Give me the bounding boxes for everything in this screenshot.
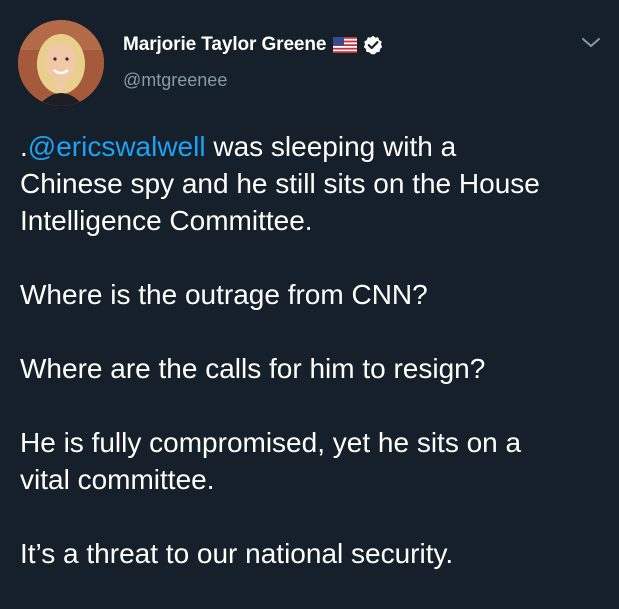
tweet-text-line: Intelligence Committee. <box>20 205 313 236</box>
tweet-card: Marjorie Taylor Greene @mtgreenee .@eric… <box>0 0 619 594</box>
tweet-text-line: Chinese spy and he still sits on the Hou… <box>20 168 540 199</box>
tweet-paragraph-4: He is fully compromised, yet he sits on … <box>20 424 600 498</box>
tweet-text: .@ericswalwell was sleeping with a Chine… <box>20 128 600 609</box>
tweet-text-line: was sleeping with a <box>205 131 457 162</box>
tweet-text-line: Where are the calls for him to resign? <box>20 353 486 384</box>
tweet-paragraph-2: Where is the outrage from CNN? <box>20 276 600 313</box>
tweet-text-line: He is fully compromised, yet he sits on … <box>20 427 522 458</box>
author-display-name[interactable]: Marjorie Taylor Greene <box>123 34 326 56</box>
tweet-text-line: It’s a threat to our national security. <box>20 538 454 569</box>
tweet-text-prefix: . <box>20 131 28 162</box>
verified-badge-icon <box>363 35 383 55</box>
author-handle[interactable]: @mtgreenee <box>123 70 227 91</box>
tweet-text-line: vital committee. <box>20 464 215 495</box>
author-name-row: Marjorie Taylor Greene <box>123 32 383 58</box>
tweet-paragraph-5: It’s a threat to our national security. <box>20 535 600 572</box>
mention-link[interactable]: @ericswalwell <box>28 131 206 162</box>
chevron-down-icon[interactable] <box>580 36 602 50</box>
tweet-paragraph-1: .@ericswalwell was sleeping with a Chine… <box>20 128 600 239</box>
avatar[interactable] <box>18 20 104 106</box>
tweet-paragraph-3: Where are the calls for him to resign? <box>20 350 600 387</box>
tweet-text-line: Where is the outrage from CNN? <box>20 279 428 310</box>
us-flag-icon <box>333 37 358 53</box>
